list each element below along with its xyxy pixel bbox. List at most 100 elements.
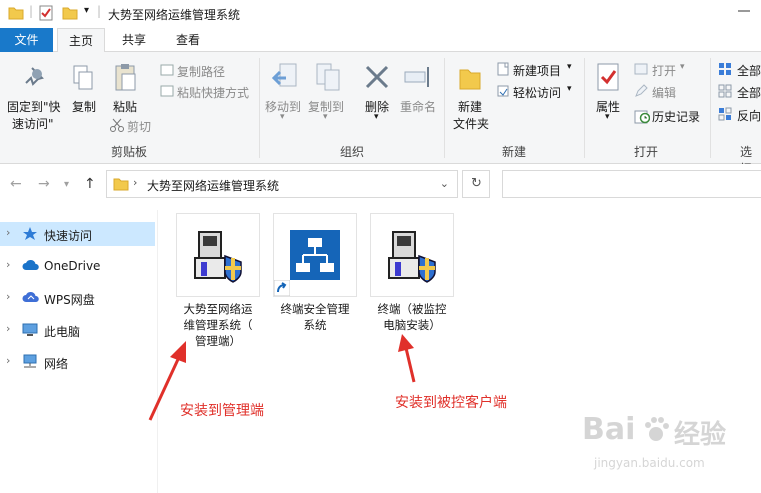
new-item-icon[interactable]	[496, 62, 510, 76]
breadcrumb-chevron-icon[interactable]: ›	[133, 176, 137, 189]
paste-button[interactable]: 粘贴	[113, 98, 137, 115]
new-folder-icon[interactable]	[458, 64, 482, 92]
tab-view[interactable]: 查看	[166, 28, 210, 52]
pin-icon[interactable]	[24, 66, 46, 92]
tab-file[interactable]: 文件	[0, 28, 53, 52]
new-item-button[interactable]: 新建项目	[513, 62, 561, 79]
ribbon-tabs: 文件 主页 共享 查看	[0, 28, 761, 53]
cut-button[interactable]: 剪切	[127, 118, 151, 135]
expand-chevron-icon[interactable]: ›	[6, 290, 10, 303]
recent-locations-icon[interactable]: ▾	[64, 179, 69, 190]
easy-access-icon[interactable]	[496, 84, 510, 98]
file-thumbnail[interactable]	[176, 213, 260, 297]
organize-group-label: 组织	[340, 145, 365, 159]
rename-button[interactable]: 重命名	[400, 98, 436, 115]
paste-shortcut-icon[interactable]	[160, 85, 174, 97]
properties-check-icon[interactable]	[38, 5, 54, 21]
invert-selection-icon[interactable]	[718, 107, 732, 121]
cloud-icon	[22, 291, 39, 302]
move-to-icon[interactable]	[272, 62, 300, 92]
copy-path-icon[interactable]	[160, 64, 174, 76]
nav-item-wps-drive[interactable]: › WPS网盘	[0, 286, 155, 310]
copy-button[interactable]: 复制	[72, 98, 96, 115]
scissors-icon[interactable]	[110, 118, 124, 132]
new-group-label: 新建	[502, 145, 527, 159]
watermark-text: 经验	[674, 420, 727, 450]
back-arrow-icon[interactable]: ←	[10, 176, 22, 192]
new-item-dropdown-icon[interactable]: ▾	[567, 62, 572, 72]
nav-item-this-pc[interactable]: › 此电脑	[0, 318, 155, 342]
easy-access-button[interactable]: 轻松访问	[513, 84, 561, 101]
tab-home[interactable]: 主页	[57, 28, 105, 53]
file-name: 终端（被监控 电脑安装）	[366, 301, 458, 333]
expand-chevron-icon[interactable]: ›	[6, 226, 10, 239]
select-all-button[interactable]: 全部	[737, 62, 761, 79]
select-all-icon[interactable]	[718, 62, 732, 76]
edit-button[interactable]: 编辑	[652, 84, 676, 101]
open-group-label: 打开	[634, 145, 659, 159]
file-name-line: 大势至网络运	[183, 302, 253, 316]
refresh-button[interactable]: ↻	[462, 170, 490, 198]
network-diagram-icon	[290, 230, 340, 280]
new-folder-icon[interactable]	[62, 5, 78, 21]
forward-arrow-icon[interactable]: →	[38, 176, 50, 192]
properties-icon[interactable]	[596, 62, 620, 92]
file-thumbnail[interactable]	[273, 213, 357, 297]
breadcrumb-path[interactable]: 大势至网络运维管理系统	[147, 177, 279, 194]
network-icon	[23, 354, 37, 368]
customize-quick-access-icon[interactable]: ▾	[84, 5, 89, 16]
ribbon: 固定到"快 速访问" 复制 粘贴 复制路径 粘贴快捷方式 剪切 剪贴板 移动到 …	[0, 52, 761, 176]
nav-item-onedrive[interactable]: › OneDrive	[0, 254, 155, 278]
expand-chevron-icon[interactable]: ›	[6, 322, 10, 335]
search-input[interactable]	[502, 170, 761, 198]
select-none-icon[interactable]	[718, 84, 732, 98]
baidu-watermark: Bai 经验 jingyan.baidu.com	[580, 410, 750, 480]
annotation-admin: 安装到管理端	[180, 403, 264, 419]
watermark-url: jingyan.baidu.com	[594, 456, 705, 470]
nav-item-network[interactable]: › 网络	[0, 350, 155, 374]
move-to-dropdown-icon[interactable]: ▾	[280, 112, 285, 122]
up-arrow-icon[interactable]: ↑	[84, 176, 96, 192]
rename-icon[interactable]	[404, 64, 432, 90]
clipboard-group-label: 剪贴板	[111, 145, 148, 159]
nav-item-label: 此电脑	[44, 325, 81, 339]
nav-item-label: 快速访问	[44, 229, 93, 243]
nav-item-quick-access[interactable]: › 快速访问	[0, 222, 155, 246]
expand-chevron-icon[interactable]: ›	[6, 354, 10, 367]
file-name-line: 系统	[303, 318, 327, 332]
select-none-button[interactable]: 全部	[737, 84, 761, 101]
copy-to-icon[interactable]	[315, 62, 343, 92]
annotation-arrow-client	[398, 334, 416, 383]
edit-icon[interactable]	[634, 84, 648, 98]
minimize-icon[interactable]	[737, 4, 751, 18]
file-thumbnail[interactable]	[370, 213, 454, 297]
paw-icon	[645, 417, 669, 441]
paste-icon[interactable]	[114, 62, 138, 92]
delete-icon[interactable]	[364, 64, 390, 90]
easy-access-dropdown-icon[interactable]: ▾	[567, 84, 572, 94]
separator: |	[97, 4, 102, 18]
copy-to-dropdown-icon[interactable]: ▾	[323, 112, 328, 122]
pin-quick-access-label-2[interactable]: 速访问"	[12, 115, 54, 132]
navigation-pane: › 快速访问 › OneDrive › WPS网盘 › 此电脑 › 网络	[0, 210, 158, 493]
open-button[interactable]: 打开	[652, 62, 676, 79]
delete-dropdown-icon[interactable]: ▾	[374, 112, 379, 122]
history-button[interactable]: 历史记录	[652, 108, 700, 125]
invert-selection-button[interactable]: 反向	[737, 107, 761, 124]
cloud-icon	[22, 259, 39, 270]
nav-item-label: OneDrive	[44, 259, 101, 273]
paste-shortcut-button[interactable]: 粘贴快捷方式	[177, 84, 249, 101]
address-dropdown-icon[interactable]: ⌄	[440, 177, 449, 190]
copy-icon[interactable]	[72, 64, 94, 92]
open-dropdown-icon[interactable]: ▾	[680, 62, 685, 72]
address-bar[interactable]: › 大势至网络运维管理系统 ⌄	[106, 170, 458, 198]
pin-quick-access-label[interactable]: 固定到"快	[7, 98, 61, 115]
tab-share[interactable]: 共享	[112, 28, 156, 52]
new-folder-label-2[interactable]: 文件夹	[453, 115, 489, 132]
properties-dropdown-icon[interactable]: ▾	[605, 112, 610, 122]
new-folder-label[interactable]: 新建	[458, 98, 482, 115]
history-icon[interactable]	[634, 108, 650, 124]
open-icon[interactable]	[634, 62, 648, 76]
expand-chevron-icon[interactable]: ›	[6, 258, 10, 271]
copy-path-button[interactable]: 复制路径	[177, 63, 225, 80]
